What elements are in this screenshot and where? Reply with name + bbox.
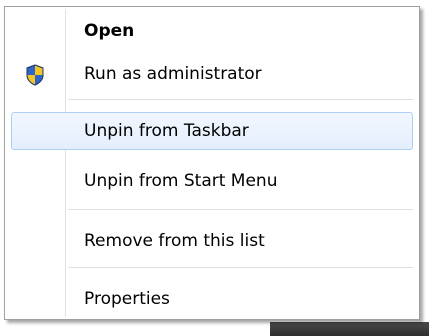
menu-item-label: Unpin from Taskbar <box>84 121 249 141</box>
menu-item-label: Remove from this list <box>84 231 265 251</box>
menu-item-remove-from-this-list[interactable]: Remove from this list <box>11 222 413 260</box>
menu-separator <box>68 267 413 269</box>
menu-item-open[interactable]: Open <box>11 12 413 50</box>
menu-item-label: Run as administrator <box>84 64 262 84</box>
taskbar-edge <box>270 322 429 336</box>
uac-shield-icon <box>25 64 45 86</box>
menu-item-unpin-from-taskbar[interactable]: Unpin from Taskbar <box>11 112 413 150</box>
menu-item-label: Open <box>84 21 135 41</box>
menu-item-run-as-administrator[interactable]: Run as administrator <box>11 55 413 93</box>
jump-list-context-menu: Open Run as administrator Unpin from Tas… <box>4 6 420 320</box>
menu-separator <box>68 99 413 101</box>
menu-item-label: Properties <box>84 289 170 309</box>
menu-item-unpin-from-start-menu[interactable]: Unpin from Start Menu <box>11 162 413 200</box>
menu-separator <box>68 209 413 211</box>
menu-item-label: Unpin from Start Menu <box>84 171 278 191</box>
menu-item-properties[interactable]: Properties <box>11 280 413 318</box>
